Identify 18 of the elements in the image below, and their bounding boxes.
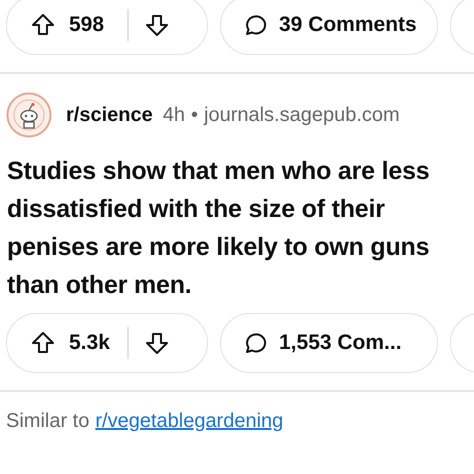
post-domain[interactable]: journals.sagepub.com xyxy=(204,104,400,126)
recommendation-label: Similar to xyxy=(6,410,90,432)
upvote-icon[interactable] xyxy=(31,13,55,37)
upvote-icon[interactable] xyxy=(31,331,55,355)
subreddit-link[interactable]: r/vegetablegardening xyxy=(95,410,284,432)
speech-bubble-icon xyxy=(243,331,267,355)
speech-bubble-icon xyxy=(243,13,267,37)
downvote-icon[interactable] xyxy=(144,13,168,37)
downvote-icon[interactable] xyxy=(144,331,168,355)
comments-button[interactable]: 1,553 Com... xyxy=(220,313,438,373)
robot-avatar-icon xyxy=(6,92,52,138)
post-age: 4h xyxy=(162,104,185,126)
vote-count: 598 xyxy=(69,13,106,37)
separator-dot: • xyxy=(190,104,198,126)
subreddit-name[interactable]: r/science xyxy=(66,104,153,126)
comments-button[interactable]: 39 Comments xyxy=(220,0,438,55)
vote-count: 5.3k xyxy=(69,331,111,355)
post-title[interactable]: Studies show that men who are less dissatisfied with the size of their penises are more likely to own guns than other men. xyxy=(0,138,474,304)
